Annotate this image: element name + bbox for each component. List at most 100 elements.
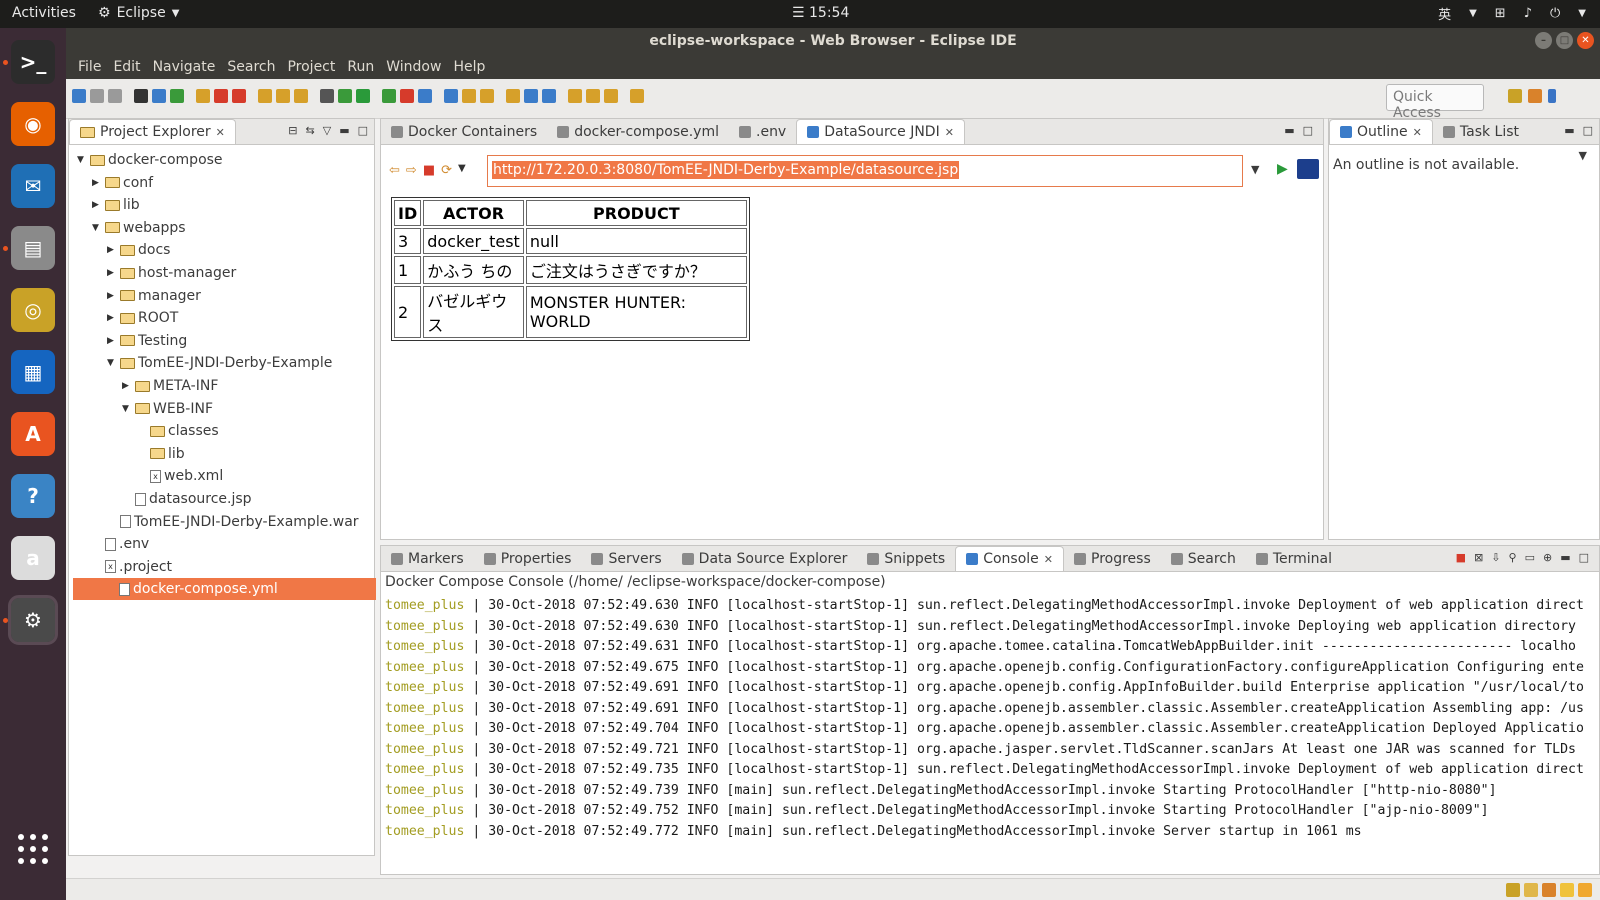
toolbar-action-icon[interactable] [586, 89, 600, 103]
toolbar-action-icon[interactable] [108, 89, 122, 103]
network-icon[interactable]: ⊞ [1495, 6, 1506, 21]
tree-item[interactable]: ▼ webapps [92, 217, 186, 239]
url-dropdown-icon[interactable]: ▼ [1251, 163, 1259, 176]
minimize-icon[interactable]: ▬ [339, 124, 349, 137]
collapsed-arrow-icon[interactable]: ▶ [107, 291, 117, 301]
open-console-icon[interactable]: ⊕ [1543, 551, 1552, 564]
thunderbird-icon[interactable]: ✉ [11, 164, 55, 208]
tree-item[interactable]: ▶ META-INF [122, 375, 218, 397]
close-icon[interactable]: ✕ [945, 126, 954, 139]
tab-docker-compose-yml[interactable]: docker-compose.yml [547, 119, 729, 144]
console-output[interactable]: tomee_plus | 30-Oct-2018 07:52:49.630 IN… [385, 596, 1599, 842]
tab-search[interactable]: Search [1161, 546, 1246, 571]
toolbar-action-icon[interactable] [524, 89, 538, 103]
chevron-down-icon[interactable]: ▼ [458, 163, 466, 178]
menu-file[interactable]: File [72, 59, 107, 75]
tab-docker-containers[interactable]: Docker Containers [381, 119, 547, 144]
tree-item[interactable]: classes [137, 420, 219, 442]
link-with-editor-icon[interactable]: ⇆ [306, 124, 315, 137]
stop-icon[interactable]: ■ [423, 163, 435, 178]
tree-item[interactable]: ▶ manager [107, 285, 201, 307]
toolbar-action-icon[interactable] [72, 89, 86, 103]
toolbar-action-icon[interactable] [604, 89, 618, 103]
toolbar-action-icon[interactable] [382, 89, 396, 103]
toolbar-action-icon[interactable] [338, 89, 352, 103]
maximize-icon[interactable]: □ [1579, 551, 1589, 564]
view-menu-icon[interactable]: ▼ [1579, 149, 1587, 162]
collapsed-arrow-icon[interactable]: ▶ [107, 336, 117, 346]
collapsed-arrow-icon[interactable]: ▶ [107, 268, 117, 278]
toolbar-action-icon[interactable] [152, 89, 166, 103]
tab-terminal[interactable]: Terminal [1246, 546, 1342, 571]
toolbar-action-icon[interactable] [134, 89, 148, 103]
amazon-icon[interactable]: a [11, 536, 55, 580]
tree-item[interactable]: x web.xml [137, 465, 223, 487]
menu-search[interactable]: Search [221, 59, 281, 75]
toolbar-action-icon[interactable] [356, 89, 370, 103]
external-browser-icon[interactable] [1297, 159, 1319, 179]
toolbar-action-icon[interactable] [196, 89, 210, 103]
collapsed-arrow-icon[interactable]: ▶ [107, 245, 117, 255]
tree-item[interactable]: ▼ docker-compose [77, 149, 223, 171]
collapsed-arrow-icon[interactable]: ▶ [92, 200, 102, 210]
tab-project-explorer[interactable]: Project Explorer ✕ [69, 119, 236, 144]
tree-item[interactable]: ▶ Testing [107, 330, 187, 352]
files-icon[interactable]: ▤ [11, 226, 55, 270]
tree-item[interactable]: x .project [92, 556, 172, 578]
back-icon[interactable]: ⇦ [389, 163, 400, 178]
tree-item[interactable]: .env [92, 533, 149, 555]
tab-env[interactable]: .env [729, 119, 796, 144]
collapsed-arrow-icon[interactable]: ▶ [122, 381, 132, 391]
collapsed-arrow-icon[interactable]: ▶ [92, 178, 102, 188]
activities-button[interactable]: Activities [12, 5, 76, 21]
toolbar-action-icon[interactable] [320, 89, 334, 103]
tab-markers[interactable]: Markers [381, 546, 474, 571]
go-icon[interactable]: ▶ [1277, 161, 1288, 177]
tab-datasource-jndi[interactable]: DataSource JNDI ✕ [796, 119, 965, 144]
tab-console[interactable]: Console ✕ [955, 546, 1064, 571]
toolbar-action-icon[interactable] [232, 89, 246, 103]
app-menu[interactable]: ⚙ Eclipse ▼ [98, 5, 179, 21]
maximize-icon[interactable]: □ [1583, 124, 1593, 137]
writer-icon[interactable]: ▦ [11, 350, 55, 394]
volume-icon[interactable]: ♪ [1524, 6, 1532, 21]
toolbar-action-icon[interactable] [444, 89, 458, 103]
menu-navigate[interactable]: Navigate [147, 59, 222, 75]
tab-servers[interactable]: Servers [581, 546, 671, 571]
scroll-lock-icon[interactable]: ⇩ [1491, 551, 1500, 564]
close-icon[interactable]: ✕ [216, 126, 225, 139]
help-icon[interactable]: ? [11, 474, 55, 518]
toolbar-action-icon[interactable] [462, 89, 476, 103]
tree-item[interactable]: ▶ ROOT [107, 307, 178, 329]
input-method-indicator[interactable]: 英 [1438, 4, 1451, 23]
javaee-perspective-icon[interactable] [1528, 89, 1542, 103]
java-perspective-icon[interactable] [1548, 89, 1556, 103]
close-icon[interactable]: ✕ [1044, 553, 1053, 566]
tab-progress[interactable]: Progress [1064, 546, 1161, 571]
menu-edit[interactable]: Edit [107, 59, 146, 75]
firefox-icon[interactable]: ◉ [11, 102, 55, 146]
terminal-icon[interactable]: >_ [11, 40, 55, 84]
toolbar-action-icon[interactable] [480, 89, 494, 103]
maximize-icon[interactable]: □ [1556, 32, 1573, 49]
expanded-arrow-icon[interactable]: ▼ [122, 404, 132, 414]
software-icon[interactable]: A [11, 412, 55, 456]
system-tray[interactable]: 英 ▼ ⊞ ♪ ⏻ ▼ [1438, 4, 1586, 23]
menu-run[interactable]: Run [341, 59, 380, 75]
clock[interactable]: ☰ 15:54 [792, 5, 849, 21]
close-icon[interactable]: ✕ [1577, 32, 1594, 49]
refresh-icon[interactable]: ⟳ [441, 163, 452, 178]
expanded-arrow-icon[interactable]: ▼ [107, 358, 117, 368]
open-perspective-icon[interactable] [1508, 89, 1522, 103]
rhythmbox-icon[interactable]: ◎ [11, 288, 55, 332]
toolbar-action-icon[interactable] [568, 89, 582, 103]
display-console-icon[interactable]: ▭ [1525, 551, 1535, 564]
expanded-arrow-icon[interactable]: ▼ [77, 155, 87, 165]
view-menu-icon[interactable]: ▽ [323, 124, 331, 137]
toolbar-action-icon[interactable] [170, 89, 184, 103]
tree-item[interactable]: ▶ host-manager [107, 262, 236, 284]
tree-item[interactable]: ▼ TomEE-JNDI-Derby-Example [107, 352, 332, 374]
tree-item[interactable]: TomEE-JNDI-Derby-Example.war [107, 511, 359, 533]
terminate-icon[interactable]: ■ [1456, 551, 1466, 564]
tree-item[interactable]: lib [137, 443, 185, 465]
